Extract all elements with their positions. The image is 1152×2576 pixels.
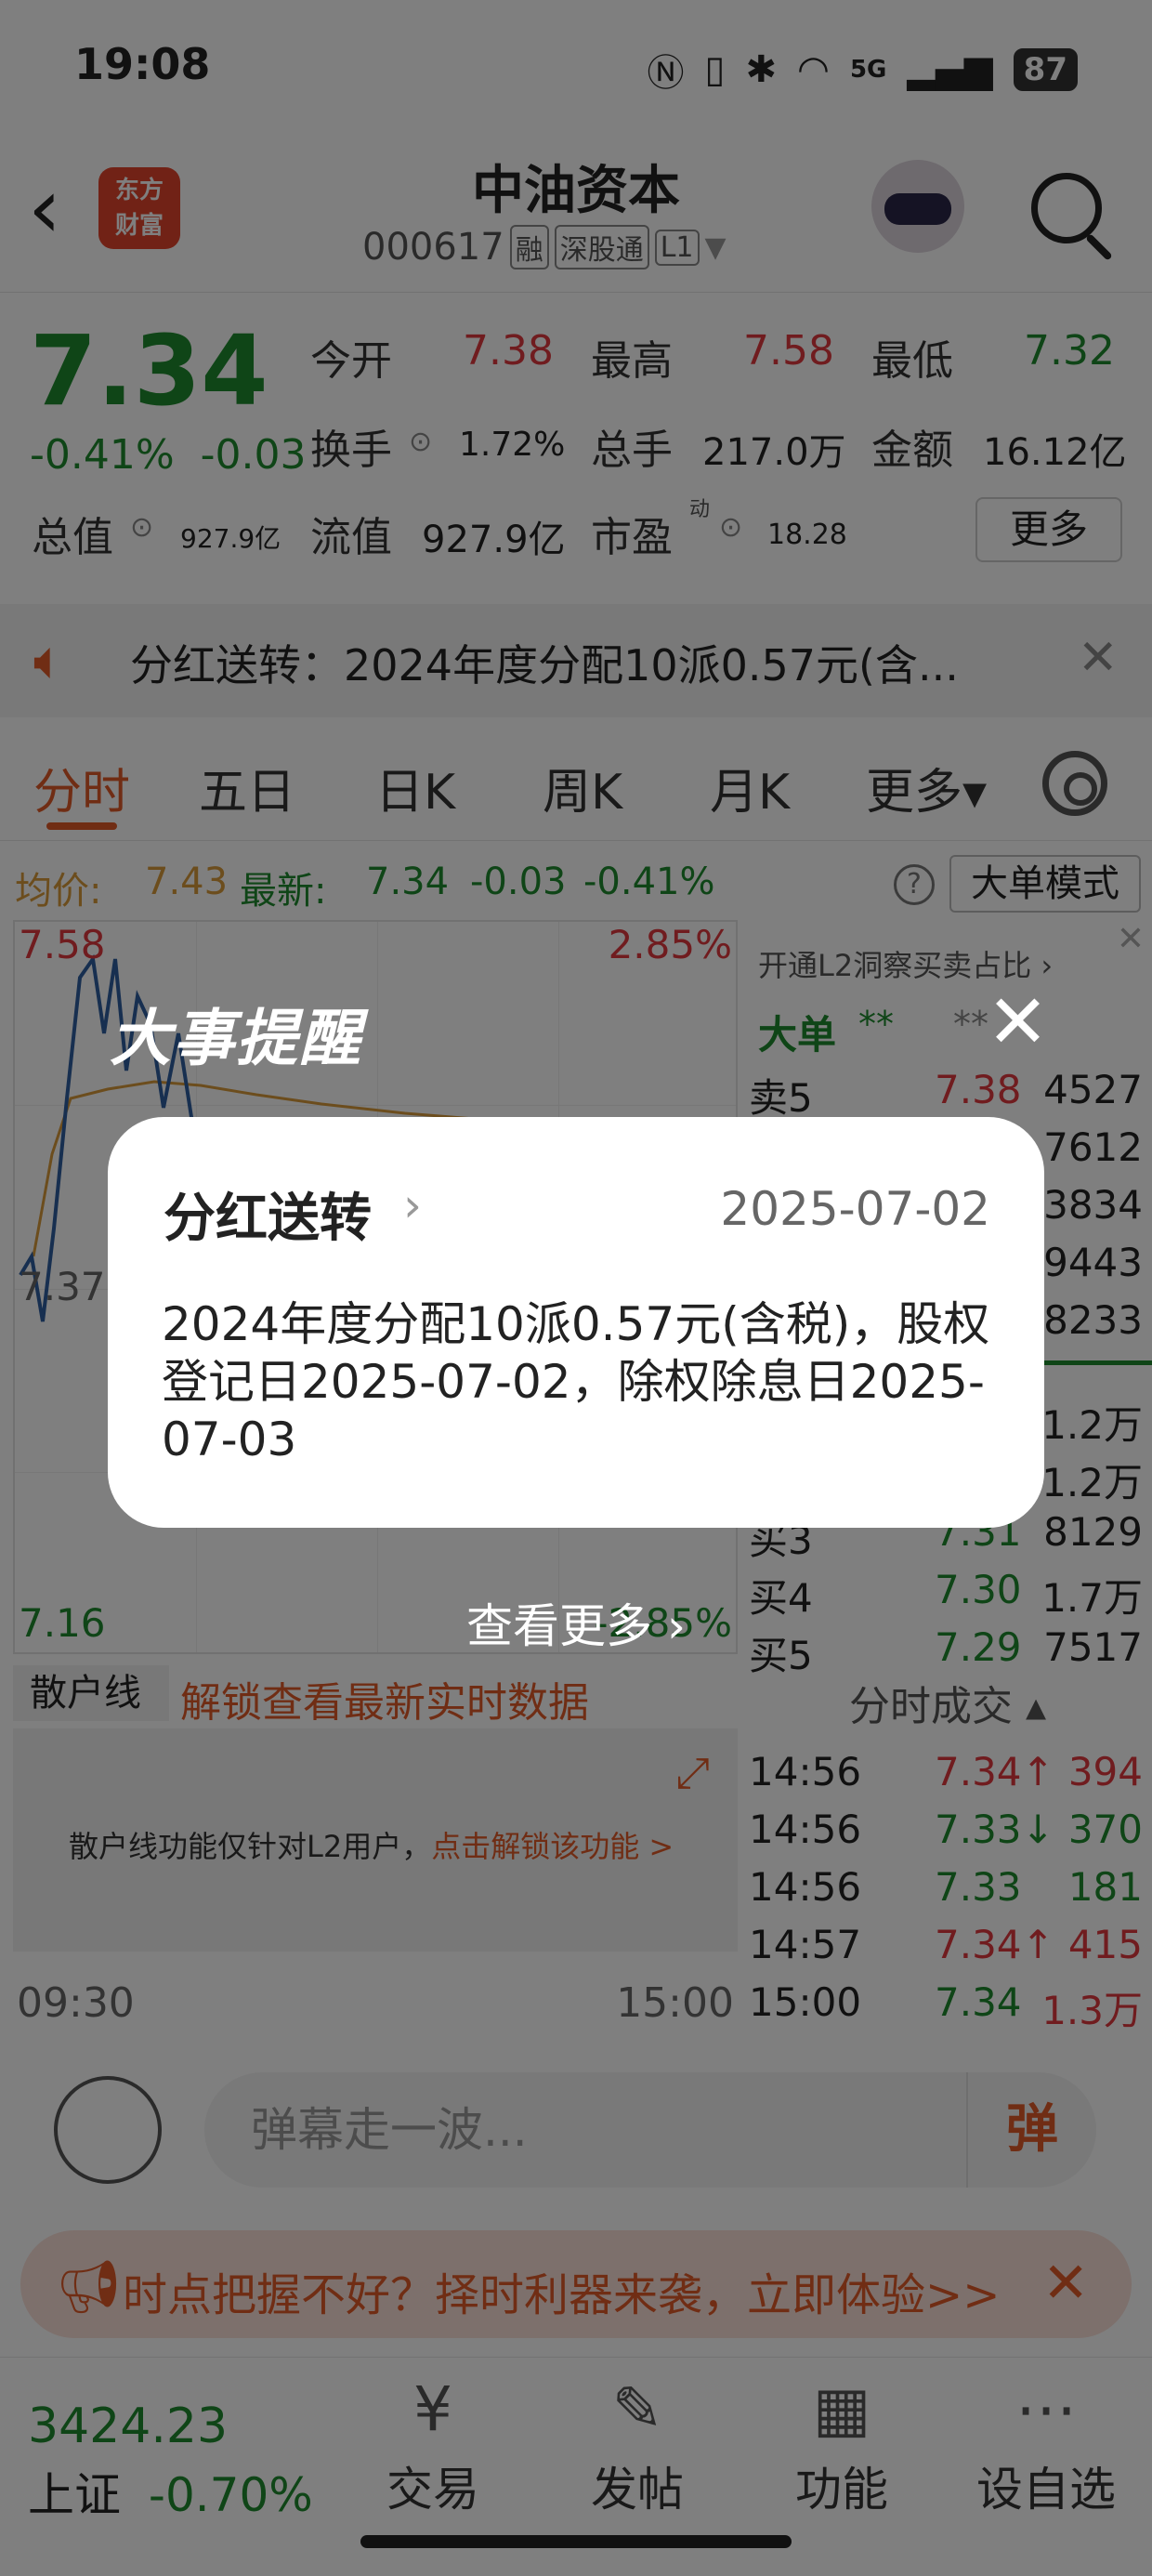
close-icon[interactable]: ✕ xyxy=(987,985,1049,1059)
event-category[interactable]: 分红送转 xyxy=(164,1176,372,1252)
modal-overlay[interactable]: 大事提醒 ✕ 分红送转 › 2025-07-02 2024年度分配10派0.57… xyxy=(0,0,1152,2576)
chevron-right-icon[interactable]: › xyxy=(403,1178,422,1232)
event-description: 2024年度分配10派0.57元(含税)，股权登记日2025-07-02，除权除… xyxy=(162,1297,990,1466)
event-card[interactable]: 分红送转 › 2025-07-02 2024年度分配10派0.57元(含税)，股… xyxy=(108,1117,1044,1528)
view-more-link[interactable]: 查看更多 › xyxy=(0,1589,1152,1656)
event-date: 2025-07-02 xyxy=(720,1182,990,1236)
modal-title: 大事提醒 xyxy=(110,1003,362,1074)
